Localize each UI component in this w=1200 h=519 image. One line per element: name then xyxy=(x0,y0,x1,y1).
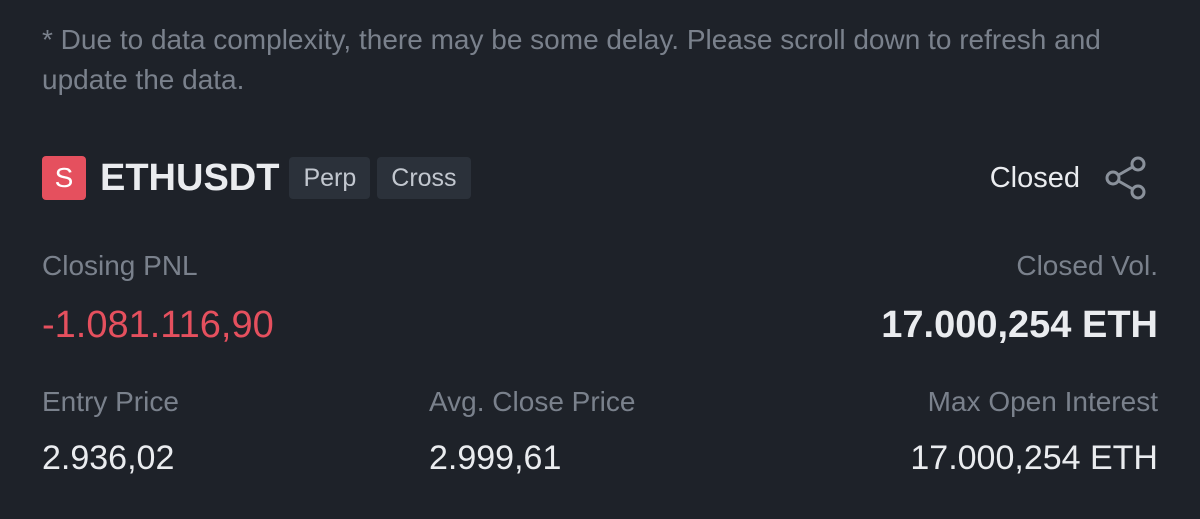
max-open-interest-value: 17.000,254 ETH xyxy=(910,439,1158,477)
delay-notice: * Due to data complexity, there may be s… xyxy=(42,24,1101,95)
tag-cross: Cross xyxy=(377,157,471,199)
symbol-header: S ETHUSDT Perp Cross xyxy=(42,156,478,200)
position-history-card: * Due to data complexity, there may be s… xyxy=(0,0,1200,519)
max-open-interest-label: Max Open Interest xyxy=(927,386,1158,417)
closing-pnl-value: -1.081.116,90 xyxy=(42,304,274,346)
entry-price-value: 2.936,02 xyxy=(42,439,175,477)
avg-close-price-value: 2.999,61 xyxy=(429,439,562,477)
side-badge: S xyxy=(42,156,86,200)
entry-price-label: Entry Price xyxy=(42,386,179,417)
closed-vol-value: 17.000,254 ETH xyxy=(881,304,1158,346)
symbol-name: ETHUSDT xyxy=(100,156,280,199)
share-icon[interactable] xyxy=(1102,154,1150,202)
tag-perp: Perp xyxy=(289,157,371,199)
status-area: Closed xyxy=(990,154,1150,202)
position-status: Closed xyxy=(989,161,1080,194)
avg-close-price-label: Avg. Close Price xyxy=(429,386,636,417)
closed-vol-label: Closed Vol. xyxy=(1016,250,1158,281)
closing-pnl-label: Closing PNL xyxy=(42,250,198,281)
